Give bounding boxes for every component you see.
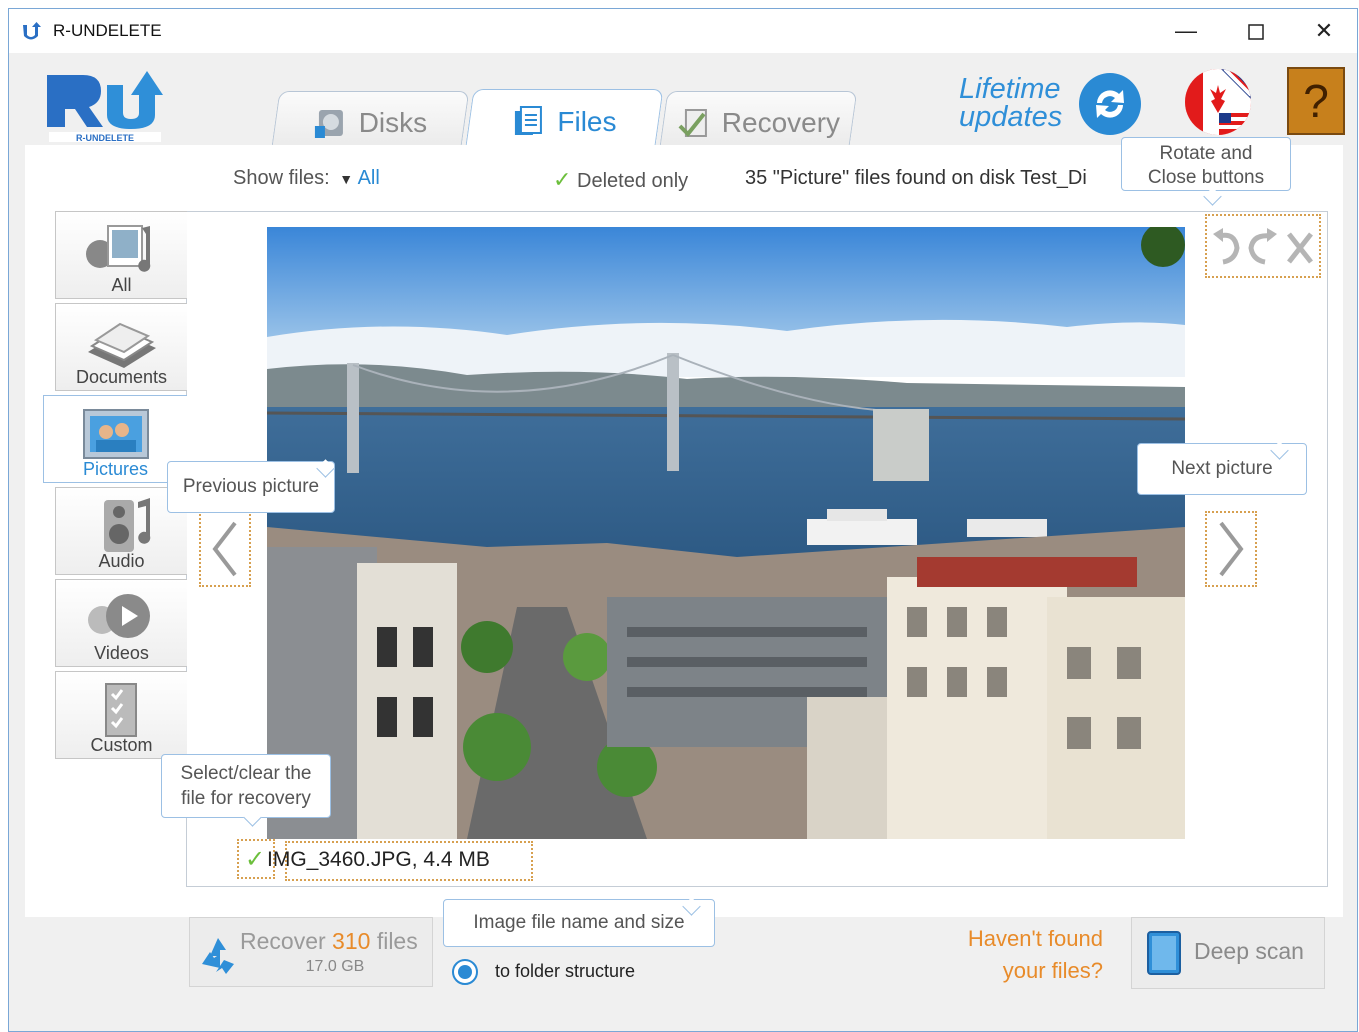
next-picture-button[interactable]: [1205, 511, 1257, 587]
callout-previous-picture: Previous picture: [167, 461, 335, 513]
close-window-button[interactable]: ✕: [1289, 9, 1359, 53]
deep-scan-button[interactable]: Deep scan: [1131, 917, 1325, 989]
folder-structure-label: to folder structure: [495, 961, 636, 981]
callout-select-line2: file for recovery: [181, 788, 311, 809]
r-undelete-logo: R-UNDELETE: [47, 71, 163, 143]
deleted-only-label: Deleted only: [577, 170, 689, 192]
recycle-icon: [202, 938, 234, 974]
rotate-close-icons: [1213, 228, 1313, 265]
category-pictures-label: Pictures: [82, 459, 149, 479]
show-files-label: Show files:: [233, 167, 330, 189]
havent-found-text: Haven't found your files?: [909, 923, 1103, 987]
havent-line1: Haven't found: [967, 926, 1103, 951]
callout-select-line1: Select/clear the: [180, 763, 312, 784]
files-found-status: 35 "Picture" files found on disk Test_Di: [745, 167, 1087, 189]
recover-suffix: files: [376, 928, 418, 954]
callout-rotate-close-line1: Rotate and: [1159, 143, 1253, 164]
help-button[interactable]: ?: [1287, 67, 1345, 135]
recover-label: Recover 310 files: [240, 928, 418, 955]
audio-icon: [104, 498, 151, 552]
callout-next-picture: Next picture: [1137, 443, 1307, 495]
chevron-left-icon: [212, 521, 237, 577]
recover-size: 17.0 GB: [305, 958, 365, 975]
havent-line2: your files?: [1002, 958, 1103, 983]
tab-files[interactable]: Files: [464, 89, 664, 153]
documents-icon: [88, 322, 156, 368]
maximize-icon: [1248, 23, 1264, 40]
callout-file-name-size: Image file name and size: [443, 899, 715, 947]
rotate-right-icon[interactable]: [1267, 228, 1277, 242]
all-media-icon: [86, 225, 151, 272]
show-files-value[interactable]: All: [358, 167, 380, 189]
category-custom[interactable]: Custom: [55, 671, 187, 759]
callout-rotate-close: Rotate and Close buttons: [1121, 137, 1291, 191]
callout-select-file: Select/clear the file for recovery: [161, 754, 331, 818]
lifetime-line1: Lifetime: [959, 73, 1061, 105]
category-videos[interactable]: Videos: [55, 579, 187, 667]
disk-icon: [314, 109, 343, 138]
update-icon[interactable]: [1079, 73, 1141, 135]
close-preview-icon[interactable]: [1287, 232, 1313, 264]
pictures-icon: [83, 409, 149, 459]
show-files-filter[interactable]: Show files: ▼ All: [233, 167, 380, 190]
lifetime-updates-link[interactable]: Lifetime updates: [959, 73, 1063, 133]
app-window: R-UNDELETE — ✕ R-UNDELETE Disks Files Re…: [8, 8, 1358, 1032]
deep-scan-icon: [1147, 931, 1181, 975]
category-all-label: All: [111, 275, 132, 295]
recover-count: 310: [332, 928, 371, 954]
recover-prefix: Recover: [240, 928, 326, 954]
rotate-left-icon[interactable]: [1213, 228, 1223, 242]
custom-icon: [105, 683, 137, 737]
tab-recovery[interactable]: Recovery: [658, 91, 858, 153]
rotate-close-box: [1205, 214, 1321, 278]
tab-recovery-label: Recovery: [721, 106, 841, 138]
category-videos-label: Videos: [94, 643, 149, 663]
tab-disks-label: Disks: [358, 106, 428, 138]
app-icon: [23, 22, 41, 40]
callout-rotate-close-line2: Close buttons: [1147, 167, 1265, 188]
tab-disks[interactable]: Disks: [270, 91, 470, 153]
category-all[interactable]: All: [55, 211, 187, 299]
logo-text: R-UNDELETE: [76, 133, 134, 143]
recover-files-button[interactable]: Recover 310 files 17.0 GB: [189, 917, 433, 987]
window-title: R-UNDELETE: [53, 21, 162, 40]
maximize-button[interactable]: [1221, 9, 1291, 53]
category-custom-label: Custom: [90, 735, 153, 755]
category-documents-label: Documents: [75, 367, 168, 387]
recovery-icon: [678, 108, 707, 137]
folder-structure-radio[interactable]: [452, 959, 478, 985]
lifetime-line2: updates: [959, 101, 1063, 133]
file-name-size: IMG_3460.JPG, 4.4 MB: [267, 848, 490, 871]
chevron-right-icon: [1219, 521, 1244, 577]
title-bar: R-UNDELETE — ✕: [9, 9, 1357, 53]
check-icon: ✓: [245, 846, 266, 873]
flag-icon: [1185, 69, 1251, 135]
minimize-button[interactable]: —: [1151, 9, 1221, 53]
check-icon: ✓: [553, 167, 572, 192]
videos-icon: [88, 594, 150, 638]
chevron-down-icon: ▼: [339, 171, 354, 187]
category-pictures[interactable]: Pictures: [43, 395, 187, 483]
category-audio-label: Audio: [98, 551, 145, 571]
category-documents[interactable]: Documents: [55, 303, 187, 391]
deep-scan-label: Deep scan: [1194, 938, 1304, 964]
refresh-icon: [1096, 90, 1124, 118]
tab-files-label: Files: [557, 105, 617, 137]
files-icon: [515, 105, 543, 135]
picture-preview: [267, 227, 1185, 839]
previous-picture-button[interactable]: [199, 511, 251, 587]
language-flag-icon[interactable]: [1185, 69, 1251, 135]
deleted-only-checkbox[interactable]: ✓ Deleted only: [553, 167, 688, 193]
